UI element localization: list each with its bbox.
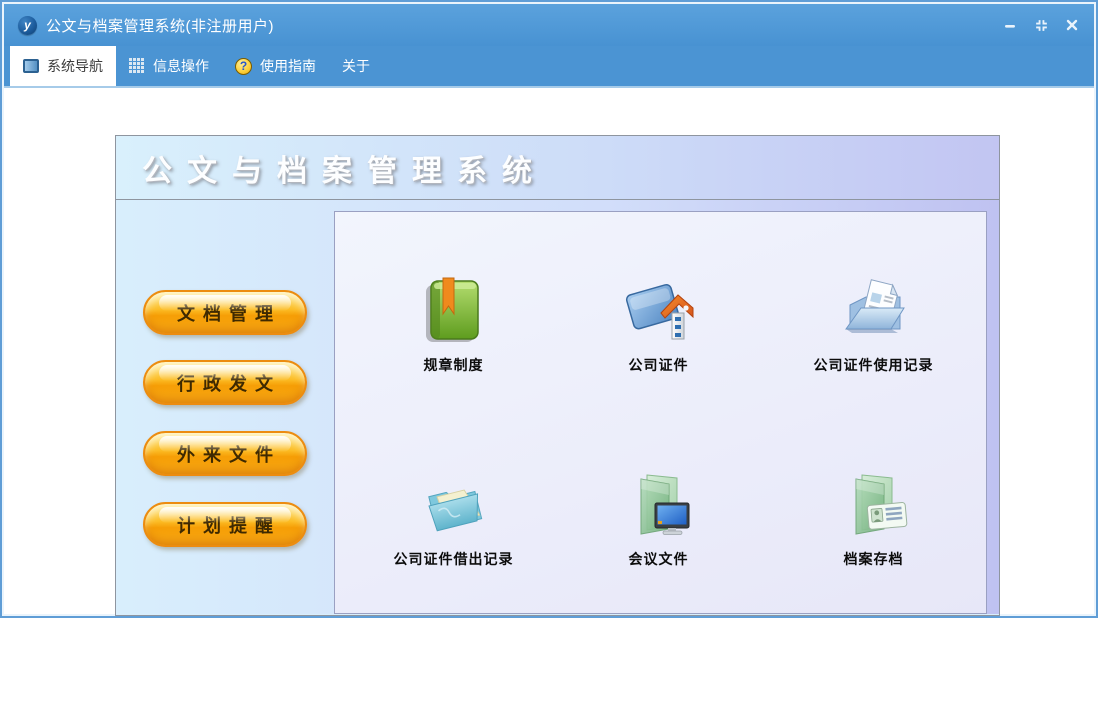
shortcut-label: 公司证件借出记录: [393, 551, 514, 567]
close-icon: [1066, 19, 1078, 31]
document-management-button[interactable]: 文档管理: [143, 290, 307, 335]
window-controls: [1002, 17, 1080, 33]
green-folder-monitor-icon: [640, 474, 689, 535]
minimize-icon: [1005, 25, 1015, 28]
restore-button[interactable]: [1033, 17, 1049, 33]
shortcut-label: 会议文件: [628, 551, 689, 567]
minimize-button[interactable]: [1002, 17, 1018, 33]
help-question-icon: ?: [235, 57, 252, 75]
shortcut-rules-regulations[interactable]: 规章制度: [351, 275, 556, 375]
grid-icon: [129, 58, 144, 73]
shortcuts-panel: 规章制度 公司证件 公司证件使用记录 公司证件借出记录 会议文件 档案存档: [334, 211, 987, 614]
tab-label: 关于: [342, 58, 370, 74]
panel-header: 公文与档案管理系统: [116, 136, 999, 200]
app-window: y 公文与档案管理系统(非注册用户) 系统导航 信息操作 ? 使用指南 关于 公…: [0, 0, 1098, 618]
desktop-canvas: y 公文与档案管理系统(非注册用户) 系统导航 信息操作 ? 使用指南 关于 公…: [0, 0, 1098, 728]
green-folder-idcard-icon: [855, 474, 907, 535]
title-bar: y 公文与档案管理系统(非注册用户): [4, 4, 1094, 46]
panel-body: 文档管理 行政发文 外来文件 计划提醒 规章制度 公司证件 公司证件使用记录 公…: [116, 200, 999, 614]
shortcut-certificate-lending-records[interactable]: 公司证件借出记录: [351, 469, 556, 569]
external-files-button[interactable]: 外来文件: [143, 431, 307, 476]
panel-title: 公文与档案管理系统: [142, 154, 547, 188]
tab-about[interactable]: 关于: [329, 46, 383, 86]
teal-folder-paper-icon: [427, 489, 482, 532]
tab-system-navigation[interactable]: 系统导航: [10, 46, 116, 86]
shortcut-label: 规章制度: [423, 357, 484, 373]
plan-reminder-button[interactable]: 计划提醒: [143, 502, 307, 547]
tab-info-operations[interactable]: 信息操作: [116, 46, 222, 86]
tab-label: 系统导航: [47, 58, 103, 74]
tab-label: 信息操作: [153, 58, 209, 74]
shortcut-archive-storage[interactable]: 档案存档: [771, 469, 976, 569]
shortcut-meeting-files[interactable]: 会议文件: [556, 469, 761, 569]
administrative-dispatch-button[interactable]: 行政发文: [143, 360, 307, 405]
app-logo-icon: y: [18, 15, 37, 35]
shortcut-label: 公司证件: [628, 357, 689, 373]
shortcut-label: 公司证件使用记录: [813, 357, 934, 373]
shortcut-certificate-usage-records[interactable]: 公司证件使用记录: [771, 275, 976, 375]
shortcut-label: 档案存档: [843, 551, 904, 567]
tab-label: 使用指南: [260, 58, 316, 74]
blue-square-icon: [23, 59, 39, 73]
tab-page-content: 公文与档案管理系统 文档管理 行政发文 外来文件 计划提醒 规章制度 公司证件 …: [4, 90, 1094, 616]
shortcut-company-certificates[interactable]: 公司证件: [556, 275, 761, 375]
open-folder-document-icon: [844, 279, 905, 333]
blue-folder-house-icon: [625, 283, 693, 340]
green-book-icon: [425, 277, 479, 342]
tab-bar: 系统导航 信息操作 ? 使用指南 关于: [4, 46, 1094, 88]
close-button[interactable]: [1064, 17, 1080, 33]
restore-icon: [1035, 19, 1047, 31]
window-title: 公文与档案管理系统(非注册用户): [46, 17, 274, 35]
navigation-panel: 公文与档案管理系统 文档管理 行政发文 外来文件 计划提醒 规章制度 公司证件 …: [115, 135, 1000, 616]
tab-user-guide[interactable]: ? 使用指南: [222, 46, 329, 86]
